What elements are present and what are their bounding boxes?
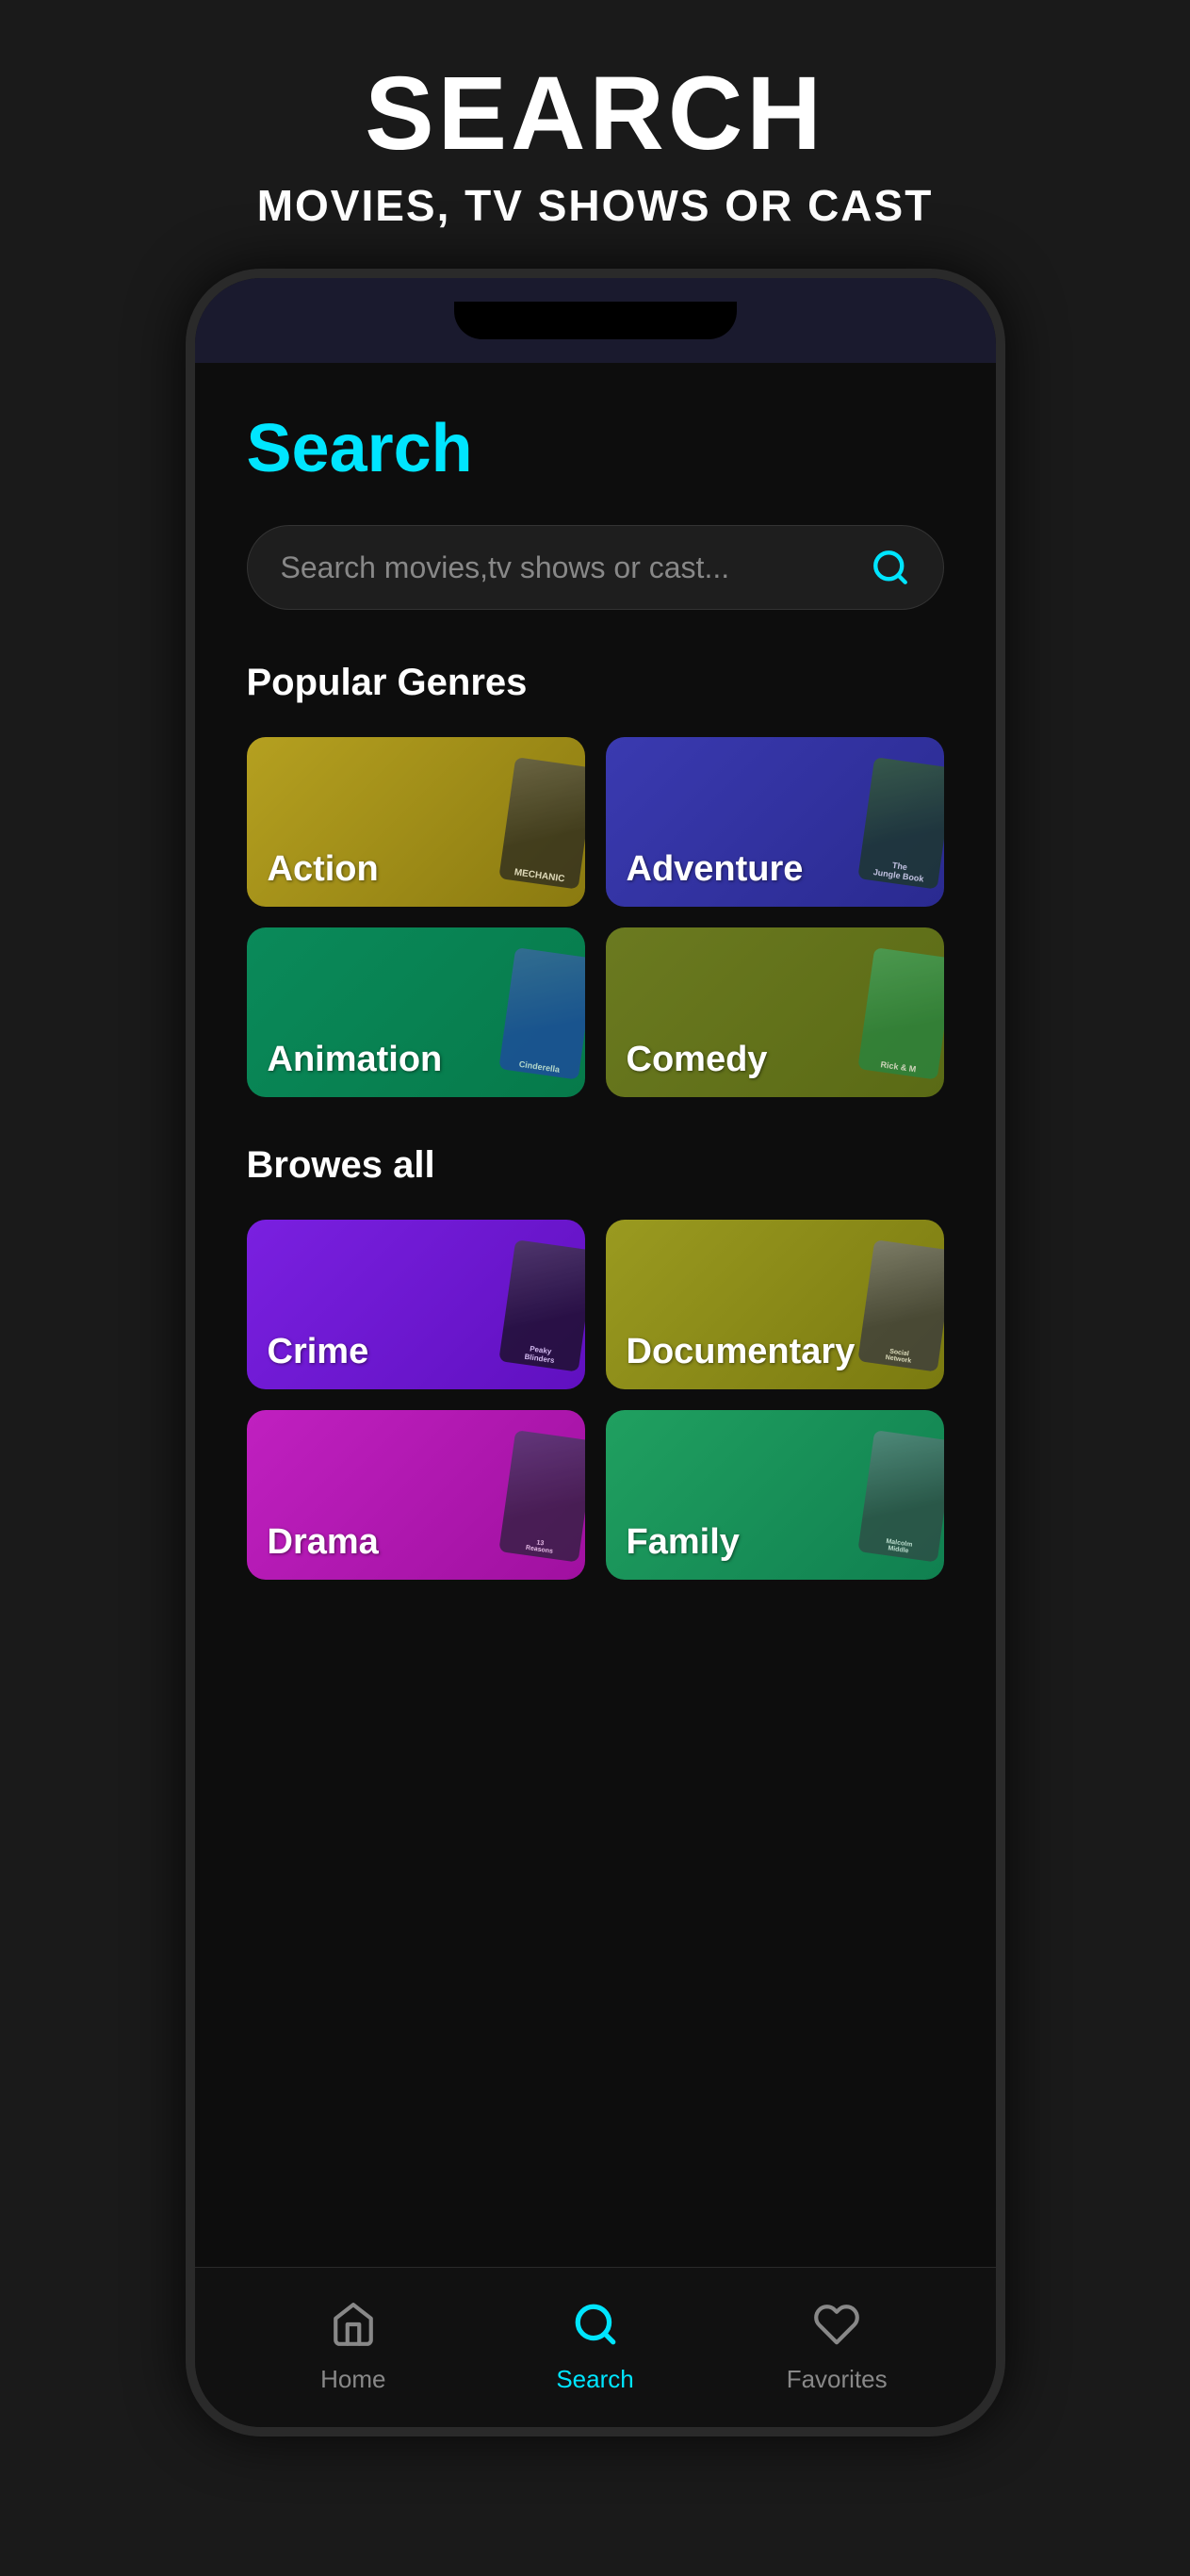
genre-label-comedy: Comedy [606,1023,789,1097]
top-header: SEARCH MOVIES, TV SHOWS OR CAST [0,0,1190,269]
poster-drama: 13Reasons [481,1410,585,1580]
browse-all-label: Browes all [247,1144,944,1187]
popular-genres-grid: Action MECHANIC Adventure TheJungle Book… [247,737,944,1097]
phone-top-bar [195,278,996,363]
main-subtitle: MOVIES, TV SHOWS OR CAST [38,180,1152,231]
genre-label-crime: Crime [247,1315,390,1389]
poster-action: MECHANIC [481,737,585,907]
search-bar[interactable]: Search movies,tv shows or cast... [247,525,944,610]
page-title: Search [247,410,944,487]
genre-card-family[interactable]: Family MalcolmMiddle [606,1410,944,1580]
genre-label-documentary: Documentary [606,1315,876,1389]
phone-frame: Search Search movies,tv shows or cast...… [186,269,1005,2437]
bottom-nav: Home Search Favorites [195,2267,996,2427]
browse-all-grid: Crime PeakyBlinders Documentary SocialNe… [247,1220,944,1580]
favorites-icon [813,2301,860,2355]
genre-card-action[interactable]: Action MECHANIC [247,737,585,907]
nav-item-home[interactable]: Home [233,2301,475,2394]
search-input[interactable]: Search movies,tv shows or cast... [281,550,871,585]
nav-item-search[interactable]: Search [474,2301,716,2394]
poster-comedy: Rick & M [840,927,944,1097]
genre-card-crime[interactable]: Crime PeakyBlinders [247,1220,585,1389]
genre-card-comedy[interactable]: Comedy Rick & M [606,927,944,1097]
nav-label-search: Search [556,2365,633,2394]
popular-genres-label: Popular Genres [247,662,944,704]
nav-label-home: Home [320,2365,385,2394]
poster-crime: PeakyBlinders [481,1220,585,1389]
poster-adventure: TheJungle Book [840,737,944,907]
genre-card-adventure[interactable]: Adventure TheJungle Book [606,737,944,907]
genre-card-documentary[interactable]: Documentary SocialNetwork [606,1220,944,1389]
nav-item-favorites[interactable]: Favorites [716,2301,958,2394]
search-nav-icon [572,2301,619,2355]
home-icon [330,2301,377,2355]
poster-family: MalcolmMiddle [840,1410,944,1580]
genre-label-animation: Animation [247,1023,464,1097]
genre-label-drama: Drama [247,1505,399,1580]
genre-card-drama[interactable]: Drama 13Reasons [247,1410,585,1580]
genre-label-action: Action [247,832,399,907]
search-icon [871,548,910,587]
genre-label-adventure: Adventure [606,832,824,907]
phone-notch [454,302,737,339]
phone-content: Search Search movies,tv shows or cast...… [195,363,996,2267]
main-title: SEARCH [38,57,1152,171]
poster-animation: Cinderella [481,927,585,1097]
genre-card-animation[interactable]: Animation Cinderella [247,927,585,1097]
genre-label-family: Family [606,1505,760,1580]
nav-label-favorites: Favorites [787,2365,888,2394]
